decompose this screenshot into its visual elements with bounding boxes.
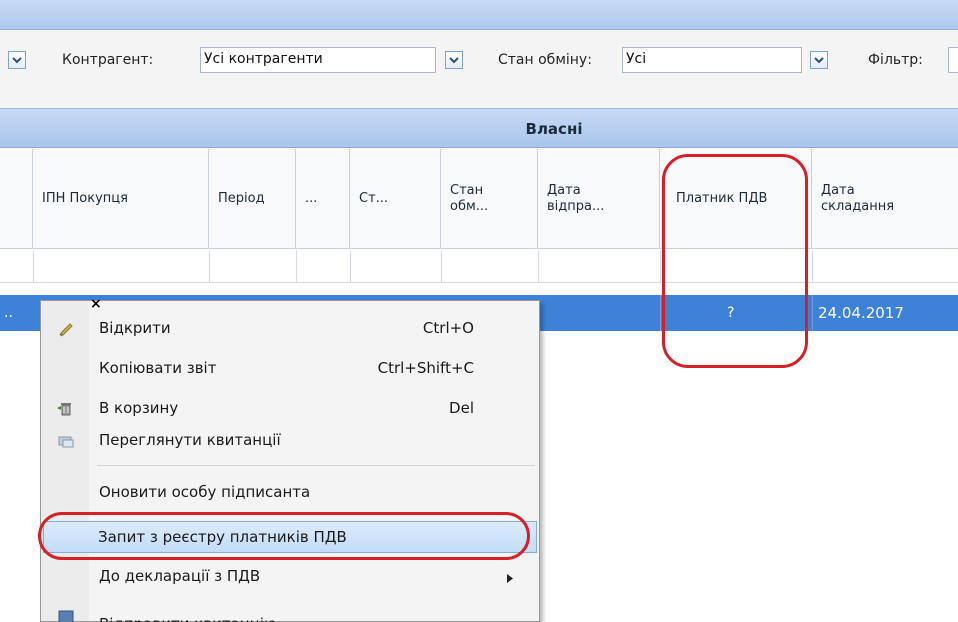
- column-header-send-date[interactable]: Дата відпра...: [538, 149, 660, 249]
- column-header-ellipsis[interactable]: ...: [296, 149, 350, 249]
- exchange-state-value: Усі: [626, 51, 647, 67]
- exchange-state-select[interactable]: Усі: [622, 47, 802, 73]
- menu-item-send-receipt[interactable]: Відправити квитанцію: [43, 605, 537, 622]
- grid-filter-row[interactable]: [0, 250, 958, 283]
- filter-bar: [0, 30, 958, 108]
- chevron-down-icon: [814, 57, 824, 64]
- highlight-ring-registry-request: [38, 512, 530, 560]
- menu-item-copy-report[interactable]: Копіювати звіт Ctrl+Shift+C: [43, 353, 537, 383]
- left-dropdown-button[interactable]: [8, 51, 26, 69]
- close-icon[interactable]: ×: [90, 296, 102, 312]
- filter-label: Фільтр:: [868, 52, 923, 68]
- column-header-buyer-tin[interactable]: ІПН Покупця: [33, 149, 209, 249]
- group-header-own: Власні: [0, 108, 958, 148]
- column-header-leading[interactable]: [0, 149, 33, 249]
- receipts-icon: [57, 431, 75, 449]
- row-compile-date-cell: 24.04.2017: [818, 304, 904, 322]
- column-header-period[interactable]: Період: [209, 149, 296, 249]
- submenu-arrow-icon: [507, 572, 513, 587]
- menu-item-view-receipts[interactable]: Переглянути квитанції: [43, 425, 537, 455]
- counterparty-label: Контрагент:: [62, 52, 154, 68]
- column-header-exchange-state[interactable]: Стан обм...: [441, 149, 538, 249]
- chevron-down-icon: [449, 57, 459, 64]
- menu-separator: [97, 465, 535, 466]
- group-header-label: Власні: [525, 120, 583, 138]
- window-top-strip: [0, 0, 958, 30]
- send-icon: [57, 609, 75, 622]
- column-header-row: ІПН Покупця Період ... Ст... Стан обм...…: [0, 149, 958, 249]
- context-menu: Відкрити Ctrl+O Копіювати звіт Ctrl+Shif…: [40, 300, 540, 622]
- open-icon: [57, 319, 75, 337]
- exchange-state-label: Стан обміну:: [498, 52, 592, 68]
- menu-item-open[interactable]: Відкрити Ctrl+O: [43, 313, 537, 343]
- counterparty-value: Усі контрагенти: [204, 51, 323, 67]
- menu-item-update-signer[interactable]: Оновити особу підписанта: [43, 477, 537, 507]
- highlight-ring-vat-payer-column: [662, 154, 808, 368]
- menu-item-move-to-trash[interactable]: В корзину Del: [43, 393, 537, 423]
- chevron-down-icon: [12, 57, 22, 64]
- exchange-state-dropdown-button[interactable]: [810, 51, 828, 69]
- filter-input[interactable]: [948, 47, 958, 73]
- row-lead-cell: ..: [4, 305, 13, 321]
- menu-item-to-vat-declaration[interactable]: До декларації з ПДВ: [43, 561, 537, 591]
- column-header-status[interactable]: Ст...: [350, 149, 441, 249]
- counterparty-select[interactable]: Усі контрагенти: [200, 47, 436, 73]
- trash-icon: [57, 399, 75, 417]
- column-header-compile-date[interactable]: Дата складання: [812, 149, 958, 249]
- counterparty-dropdown-button[interactable]: [445, 51, 463, 69]
